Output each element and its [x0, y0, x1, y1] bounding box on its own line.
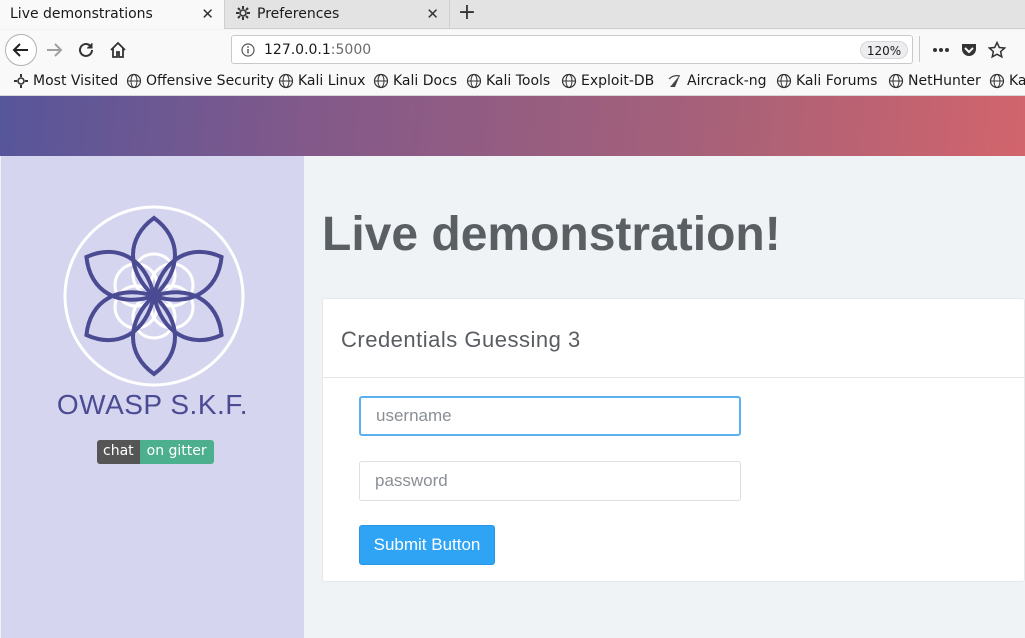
bookmark-label: Kali Docs — [393, 73, 458, 89]
bookmark-label: Exploit-DB — [581, 73, 655, 89]
forward-arrow-icon — [47, 43, 63, 57]
tab-label: Live demonstrations — [10, 6, 153, 22]
bookmark-aircrack-ng[interactable]: Aircrack-ng — [667, 73, 767, 89]
reload-icon — [79, 42, 93, 57]
bookmarks-toolbar: Most Visited Offensive Security Kali Lin… — [0, 69, 1025, 96]
sidebar: OWASP S.K.F. chat on gitter — [1, 156, 304, 638]
bookmark-kali-forums[interactable]: Kali Forums — [776, 73, 877, 89]
gear-icon — [236, 6, 250, 20]
globe-icon — [776, 73, 792, 89]
reload-button[interactable] — [70, 34, 102, 66]
url-text: 127.0.0.1:5000 — [264, 42, 371, 58]
close-tab-icon[interactable]: ✕ — [426, 5, 439, 23]
bookmark-kali-linux[interactable]: Kali Linux — [278, 73, 365, 89]
page-title: Live demonstration! — [322, 208, 781, 261]
owasp-skf-logo — [63, 205, 245, 387]
login-card: Credentials Guessing 3 Submit Button — [322, 298, 1025, 582]
aircrack-icon — [668, 75, 681, 87]
bookmark-kali-tools[interactable]: Kali Tools — [466, 73, 550, 89]
url-port: :5000 — [330, 42, 372, 58]
tab-strip: Live demonstrations ✕ Preferences ✕ + — [0, 0, 1025, 29]
header-gradient-bar — [0, 96, 1025, 156]
home-icon — [110, 41, 126, 58]
globe-icon — [561, 73, 577, 89]
globe-icon — [466, 73, 482, 89]
bookmark-offensive-security[interactable]: Offensive Security — [126, 73, 274, 89]
bookmark-most-visited[interactable]: Most Visited — [13, 73, 118, 89]
pocket-icon — [962, 44, 976, 56]
card-title: Credentials Guessing 3 — [341, 327, 581, 352]
gitter-chat-badge[interactable]: chat on gitter — [97, 440, 214, 464]
password-input[interactable] — [359, 461, 741, 501]
bookmark-label: Aircrack-ng — [687, 73, 767, 89]
back-arrow-icon — [12, 43, 28, 57]
toolbar-divider — [919, 36, 920, 62]
bookmark-label: Kali Linux — [298, 73, 366, 89]
bookmark-label: Offensive Security — [146, 73, 275, 89]
close-tab-icon[interactable]: ✕ — [201, 5, 214, 23]
bookmark-kali-docs[interactable]: Kali Docs — [373, 73, 457, 89]
globe-icon — [278, 73, 294, 89]
tab-preferences[interactable]: Preferences ✕ — [226, 0, 450, 29]
home-button[interactable] — [102, 34, 134, 66]
bookmark-label: NetHunter — [908, 73, 981, 89]
bookmark-label: Kali Tools — [486, 73, 551, 89]
gitter-badge-right: on gitter — [139, 440, 214, 464]
globe-icon — [888, 73, 904, 89]
more-dots-icon — [933, 48, 949, 52]
gitter-badge-left: chat — [97, 440, 140, 464]
forward-button[interactable] — [38, 34, 70, 66]
url-bar[interactable]: 127.0.0.1:5000 120% — [231, 35, 913, 64]
page-content: OWASP S.K.F. chat on gitter Live demonst… — [0, 96, 1025, 638]
gear-icon — [14, 74, 28, 88]
navigation-bar: 127.0.0.1:5000 120% — [0, 30, 1025, 69]
card-divider — [323, 377, 1025, 378]
main-content: Live demonstration! Credentials Guessing… — [304, 156, 1025, 638]
info-icon[interactable] — [241, 43, 255, 57]
globe-icon — [373, 73, 389, 89]
zoom-level-badge[interactable]: 120% — [860, 41, 908, 59]
submit-button[interactable]: Submit Button — [359, 525, 495, 565]
bookmark-label: Ka — [1009, 73, 1025, 89]
username-input[interactable] — [359, 396, 741, 436]
back-button[interactable] — [5, 34, 37, 66]
brand-title: OWASP S.K.F. — [56, 389, 249, 420]
star-icon — [988, 41, 1006, 59]
globe-icon — [989, 73, 1005, 89]
bookmark-overflow[interactable]: Ka — [989, 73, 1025, 89]
globe-icon — [126, 73, 142, 89]
tab-live-demonstrations[interactable]: Live demonstrations ✕ — [0, 0, 225, 29]
bookmark-nethunter[interactable]: NetHunter — [888, 73, 981, 89]
url-host: 127.0.0.1 — [264, 42, 331, 58]
bookmark-label: Most Visited — [33, 73, 119, 89]
bookmark-label: Kali Forums — [796, 73, 878, 89]
new-tab-icon[interactable]: + — [456, 2, 478, 26]
bookmark-star-button[interactable] — [981, 34, 1013, 66]
bookmark-exploit-db[interactable]: Exploit-DB — [561, 73, 654, 89]
tab-label: Preferences — [257, 6, 340, 22]
